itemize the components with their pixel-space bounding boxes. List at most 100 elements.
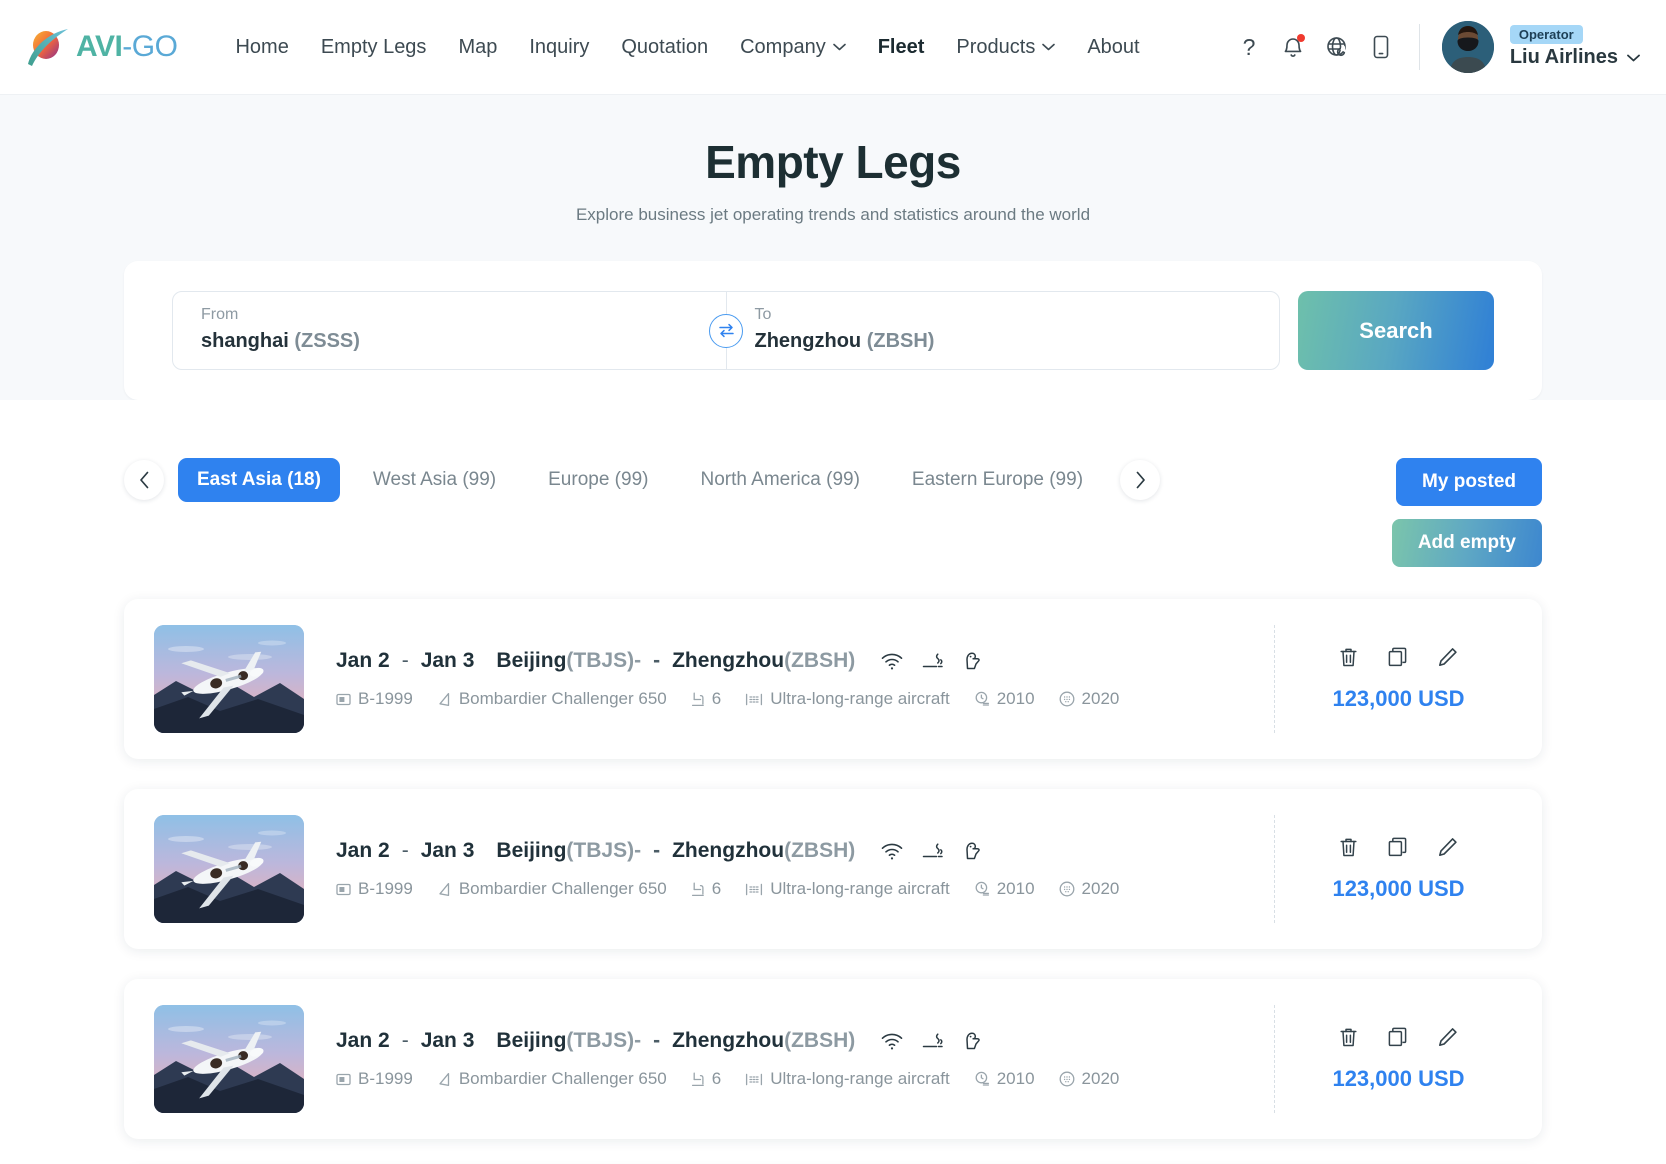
year-refurbished-value: 2020: [1081, 689, 1120, 708]
registration-icon: [336, 693, 351, 705]
table-row[interactable]: Jan 2 - Jan 3 Beijing (TBJS)- - Zhengzhou…: [124, 599, 1542, 759]
meta-category: Ultra-long-range aircraft: [745, 1069, 950, 1089]
nav-item-company[interactable]: Company: [724, 28, 862, 67]
nav-label: Map: [458, 35, 498, 58]
meta-aircraft-model: Bombardier Challenger 650: [437, 1069, 667, 1089]
smoking-icon: [922, 653, 943, 668]
nav-item-home[interactable]: Home: [219, 28, 304, 67]
aircraft-model-value: Bombardier Challenger 650: [458, 1069, 667, 1088]
range-icon: [746, 693, 763, 705]
nav-label: Fleet: [877, 35, 925, 58]
smoking-icon: [922, 843, 943, 858]
to-label: To: [754, 306, 772, 323]
duplicate-icon[interactable]: [1388, 1027, 1408, 1047]
search-button[interactable]: Search: [1298, 291, 1494, 370]
hero-section: Empty Legs Explore business jet operatin…: [0, 94, 1666, 400]
registration-icon: [336, 883, 351, 895]
date-separator: -: [401, 1029, 409, 1052]
nav-item-map[interactable]: Map: [442, 28, 513, 67]
departure-date: Jan 2: [336, 1029, 390, 1052]
to-value: Zhengzhou (ZBSH): [755, 330, 1252, 353]
table-row[interactable]: Jan 2 - Jan 3 Beijing (TBJS)- - Zhengzhou…: [124, 789, 1542, 949]
aircraft-thumbnail: [154, 625, 304, 733]
seat-icon: [691, 692, 704, 706]
table-row[interactable]: Jan 2 - Jan 3 Beijing (TBJS)- - Zhengzhou…: [124, 979, 1542, 1139]
seats-value: 6: [711, 689, 722, 708]
meta-year-built: 2010: [974, 689, 1035, 709]
tabs-prev-button[interactable]: [124, 460, 164, 500]
delete-icon[interactable]: [1339, 837, 1358, 858]
avatar[interactable]: [1441, 21, 1494, 73]
year-built-icon: [975, 691, 989, 706]
aircraft-thumbnail: [154, 815, 304, 923]
date-separator: -: [401, 649, 409, 672]
nav-label: Empty Legs: [320, 35, 427, 58]
from-field[interactable]: From shanghai (ZSSS): [173, 292, 726, 369]
delete-icon[interactable]: [1339, 1027, 1358, 1048]
aircraft-photo: [154, 815, 304, 923]
origin-city: Beijing: [496, 1029, 567, 1052]
user-menu[interactable]: Operator Liu Airlines: [1509, 25, 1640, 69]
tabs-next-button[interactable]: [1120, 460, 1161, 500]
seat-icon: [691, 882, 704, 896]
amenities: [881, 841, 983, 861]
tab-west-asia[interactable]: West Asia (99): [354, 458, 515, 502]
chevron-left-icon: [139, 471, 148, 489]
chevron-right-icon: [1136, 471, 1145, 489]
nav-item-quotation[interactable]: Quotation: [605, 28, 724, 67]
my-posted-button[interactable]: My posted: [1396, 458, 1542, 506]
tab-east-asia[interactable]: East Asia (18): [178, 458, 340, 502]
swap-route-button[interactable]: [709, 313, 743, 348]
edit-icon[interactable]: [1438, 837, 1458, 857]
tab-eastern-europe[interactable]: Eastern Europe (99): [893, 458, 1102, 502]
listing-side-panel: 123,000 USD: [1274, 815, 1512, 923]
meta-seats: 6: [691, 689, 721, 709]
delete-icon[interactable]: [1339, 647, 1358, 668]
duplicate-icon[interactable]: [1388, 837, 1408, 857]
meta-year-refurbished: 2020: [1059, 689, 1120, 709]
to-field[interactable]: To Zhengzhou (ZBSH): [727, 292, 1280, 369]
pet-allowed-icon: [966, 652, 981, 670]
chevron-down-icon: [832, 43, 846, 51]
route-line: Jan 2 - Jan 3 Beijing (TBJS)- - Zhengzhou…: [336, 649, 1274, 673]
listing-price: 123,000 USD: [1332, 1065, 1465, 1091]
from-code: (ZSSS): [294, 330, 360, 352]
departure-date: Jan 2: [336, 649, 390, 672]
user-name-dropdown[interactable]: Liu Airlines: [1510, 46, 1640, 69]
help-icon[interactable]: ?: [1227, 25, 1271, 69]
edit-icon[interactable]: [1438, 1027, 1458, 1047]
tab-europe[interactable]: Europe (99): [529, 458, 667, 502]
date-separator: -: [401, 839, 409, 862]
meta-tail-number: B-1999: [336, 879, 413, 899]
destination-city: Zhengzhou: [672, 839, 785, 862]
year-built-icon: [975, 881, 989, 896]
notifications-bell-icon[interactable]: [1271, 25, 1315, 69]
destination-code: (ZBSH): [784, 649, 856, 672]
page-subtitle: Explore business jet operating trends an…: [575, 205, 1091, 224]
departure-date: Jan 2: [336, 839, 390, 862]
nav-item-about[interactable]: About: [1071, 28, 1155, 67]
nav-item-inquiry[interactable]: Inquiry: [513, 28, 605, 67]
nav-item-empty-legs[interactable]: Empty Legs: [305, 28, 443, 67]
nav-item-products[interactable]: Products: [940, 28, 1071, 67]
destination-code: (ZBSH): [784, 839, 856, 862]
globe-language-icon[interactable]: [1315, 25, 1359, 69]
category-value: Ultra-long-range aircraft: [770, 689, 950, 708]
aircraft-model-value: Bombardier Challenger 650: [458, 879, 667, 898]
edit-icon[interactable]: [1438, 647, 1458, 667]
add-empty-button[interactable]: Add empty: [1391, 519, 1542, 567]
duplicate-icon[interactable]: [1388, 647, 1408, 667]
aircraft-icon: [439, 692, 449, 706]
year-built-icon: [975, 1071, 989, 1086]
tab-north-america[interactable]: North America (99): [681, 458, 878, 502]
nav-label: Quotation: [621, 35, 709, 58]
mobile-app-icon[interactable]: [1359, 25, 1403, 69]
notification-dot: [1296, 34, 1305, 42]
page-title: Empty Legs: [705, 136, 961, 188]
nav-item-fleet[interactable]: Fleet: [862, 28, 941, 67]
meta-aircraft-model: Bombardier Challenger 650: [437, 879, 667, 899]
pet-allowed-icon: [966, 842, 981, 860]
brand-logo[interactable]: AVI-GO: [26, 26, 178, 68]
user-role-badge: Operator: [1509, 25, 1583, 44]
meta-year-refurbished: 2020: [1059, 879, 1119, 899]
